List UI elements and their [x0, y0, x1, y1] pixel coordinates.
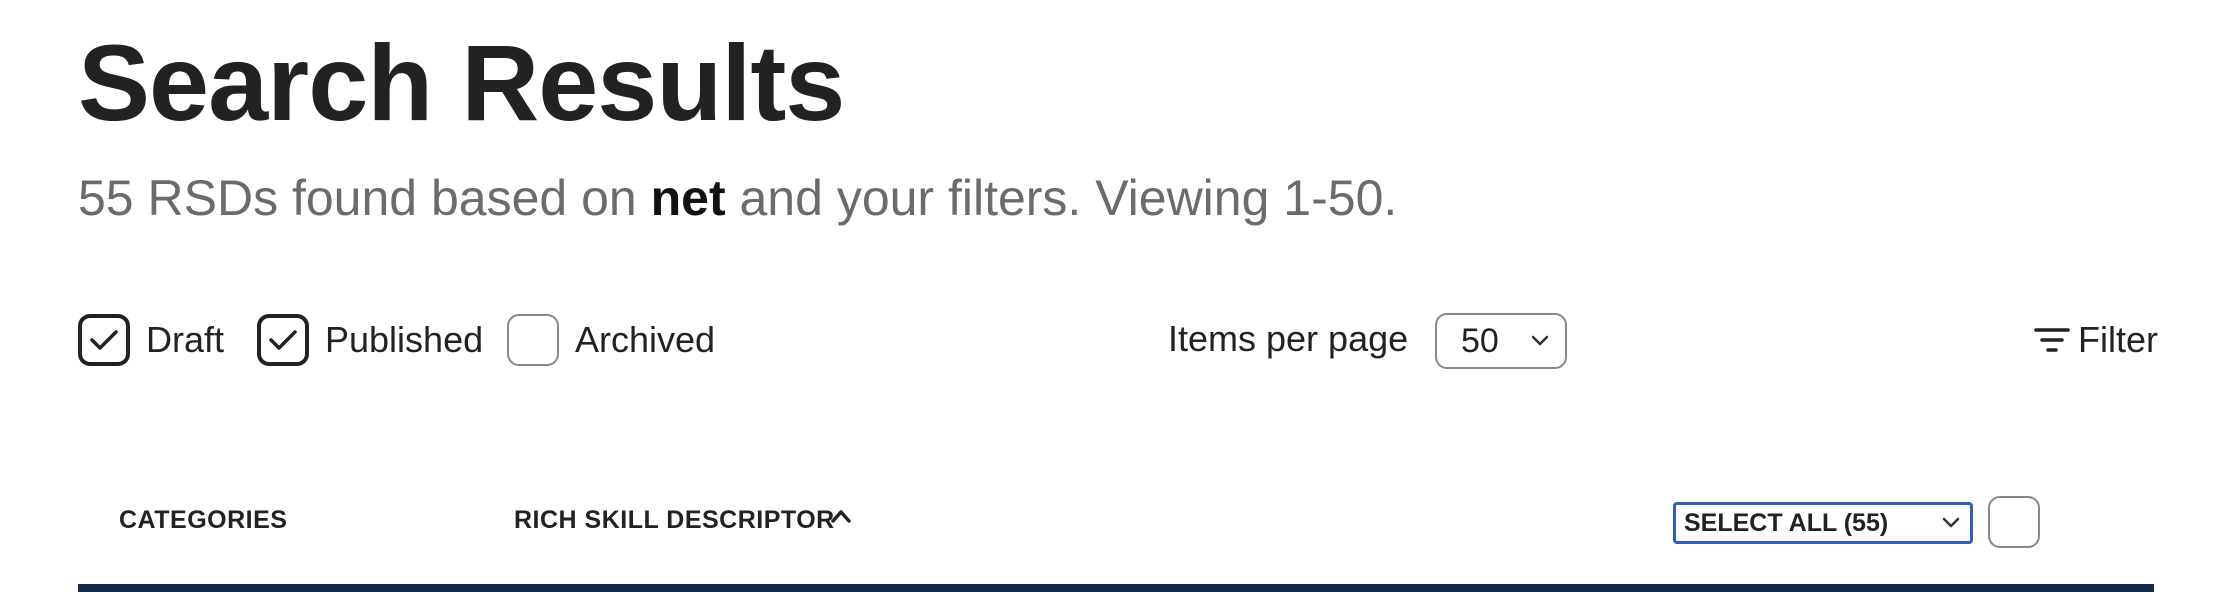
results-summary: 55 RSDs found based on net and your filt…: [78, 168, 1397, 228]
items-per-page-value: 50: [1461, 321, 1499, 360]
draft-checkbox[interactable]: [78, 314, 130, 366]
chevron-down-icon: [1942, 517, 1960, 528]
filter-published[interactable]: Published: [257, 313, 483, 367]
filter-label: Filter: [2078, 319, 2158, 360]
summary-suffix: and your filters. Viewing 1-50.: [725, 170, 1398, 226]
items-per-page-label: Items per page: [1168, 318, 1409, 359]
table-header-divider: [78, 584, 2154, 592]
draft-label: Draft: [146, 319, 225, 360]
filter-archived[interactable]: Archived: [507, 313, 715, 367]
checkmark-icon: [90, 330, 118, 350]
column-header-rsd[interactable]: RICH SKILL DESCRIPTOR: [514, 506, 835, 535]
filter-lines-icon: [2034, 328, 2070, 352]
select-all-label: SELECT ALL (55): [1684, 508, 1889, 537]
page-title: Search Results: [78, 22, 845, 143]
select-all-checkbox[interactable]: [1988, 496, 2040, 548]
filter-draft[interactable]: Draft: [78, 313, 224, 367]
filter-button[interactable]: Filter: [2034, 318, 2158, 362]
select-all-dropdown[interactable]: SELECT ALL (55): [1673, 502, 1973, 544]
column-header-categories[interactable]: CATEGORIES: [119, 506, 287, 535]
archived-checkbox[interactable]: [507, 314, 559, 366]
archived-label: Archived: [575, 319, 716, 360]
summary-prefix: 55 RSDs found based on: [78, 170, 651, 226]
checkmark-icon: [269, 330, 297, 350]
items-per-page-select[interactable]: 50: [1435, 313, 1567, 369]
chevron-up-icon[interactable]: [830, 508, 852, 524]
chevron-down-icon: [1531, 335, 1549, 346]
search-query: net: [650, 170, 726, 226]
published-label: Published: [325, 319, 484, 360]
published-checkbox[interactable]: [257, 314, 309, 366]
